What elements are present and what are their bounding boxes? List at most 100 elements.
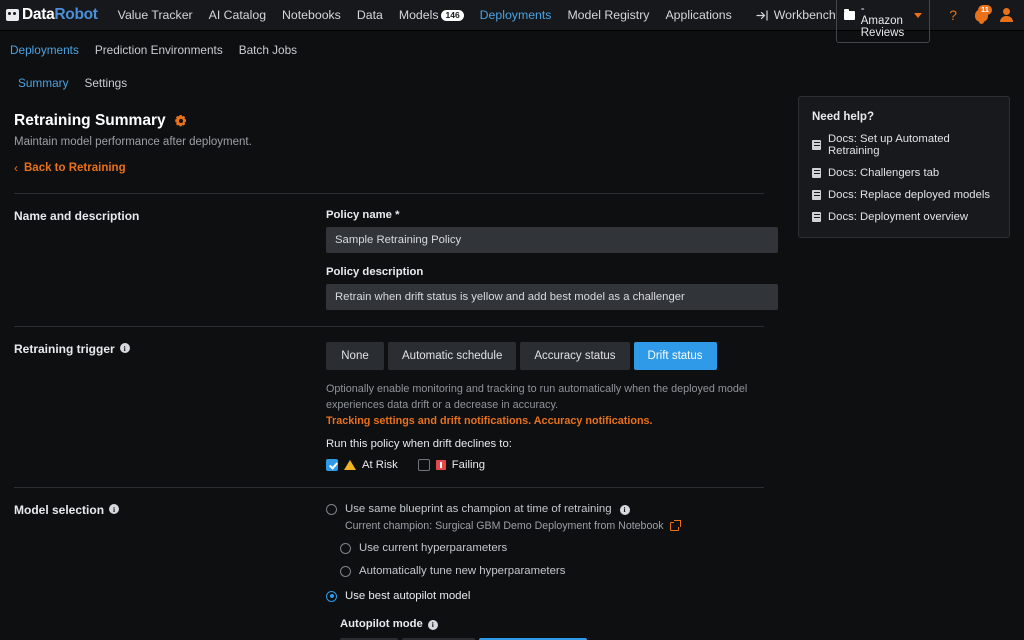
nav-item-applications[interactable]: Applications: [657, 0, 739, 31]
policy-description-label: Policy description: [326, 266, 778, 278]
help-question-icon[interactable]: ?: [940, 7, 966, 23]
notification-count-badge: 11: [978, 5, 992, 15]
help-link-label: Docs: Deployment overview: [828, 211, 968, 223]
info-icon[interactable]: i: [120, 343, 130, 353]
tab-bar: Summary Settings: [0, 70, 1024, 96]
doc-icon: [812, 140, 821, 150]
radio-row-use-current-hyperparameters[interactable]: Use current hyperparameters: [340, 542, 764, 554]
section-label-name-description: Name and description: [14, 209, 326, 310]
model-selection-body: Use same blueprint as champion at time o…: [326, 503, 764, 640]
autopilot-mode-label: Autopilot mode: [340, 618, 423, 630]
help-link-challengers-tab[interactable]: Docs: Challengers tab: [812, 167, 996, 179]
nav-item-models[interactable]: Models146: [391, 0, 472, 31]
topbar-right-group: 1 Demo - Amazon Reviews ? 11: [836, 0, 1019, 43]
trigger-settings-links[interactable]: Tracking settings and drift notification…: [326, 415, 778, 427]
radio-row-auto-tune-hyperparameters[interactable]: Automatically tune new hyperparameters: [340, 565, 764, 577]
current-champion-label: Current champion: Surgical GBM Demo Depl…: [345, 520, 664, 532]
radio-row-use-best-autopilot-model[interactable]: Use best autopilot model: [326, 590, 764, 602]
project-selector[interactable]: 1 Demo - Amazon Reviews: [836, 0, 930, 43]
avatar-body-icon: [1000, 16, 1013, 22]
top-navigation-bar: DataRobot Value Tracker AI Catalog Noteb…: [0, 0, 1024, 31]
policy-description-input[interactable]: Retrain when drift status is yellow and …: [326, 284, 778, 310]
folder-icon: [844, 11, 855, 20]
help-link-label: Docs: Challengers tab: [828, 167, 939, 179]
page-content: Need help? Docs: Set up Automated Retrai…: [0, 96, 1024, 640]
trigger-type-button-group: None Automatic schedule Accuracy status …: [326, 342, 778, 370]
datarobot-logo[interactable]: DataRobot: [6, 6, 98, 24]
drift-threshold-checkboxes: At Risk Failing: [326, 459, 778, 471]
trigger-help-text: Optionally enable monitoring and trackin…: [326, 381, 778, 413]
section-label-text: Model selection: [14, 503, 104, 517]
trigger-button-drift-status[interactable]: Drift status: [634, 342, 717, 370]
tab-summary[interactable]: Summary: [18, 76, 68, 90]
nav-item-models-label: Models: [399, 8, 439, 22]
policy-name-label: Policy name *: [326, 209, 778, 221]
section-label-retraining-trigger: Retraining trigger i: [14, 342, 326, 471]
need-help-title: Need help?: [812, 111, 996, 123]
checkbox-at-risk[interactable]: [326, 459, 338, 471]
subnav-item-batch-jobs[interactable]: Batch Jobs: [239, 43, 297, 57]
radio-use-best-autopilot-model[interactable]: [326, 591, 337, 602]
workbench-label: Workbench: [774, 8, 836, 22]
external-link-icon[interactable]: [670, 522, 679, 531]
policy-name-input[interactable]: Sample Retraining Policy: [326, 227, 778, 253]
trigger-button-automatic-schedule[interactable]: Automatic schedule: [388, 342, 516, 370]
autopilot-mode-label-row: Autopilot mode i: [340, 618, 764, 630]
retraining-trigger-body: None Automatic schedule Accuracy status …: [326, 342, 778, 471]
models-count-badge: 146: [441, 10, 463, 21]
section-label-text: Retraining trigger: [14, 342, 115, 356]
workbench-button[interactable]: Workbench: [756, 8, 836, 22]
help-link-automated-retraining[interactable]: Docs: Set up Automated Retraining: [812, 133, 996, 157]
help-link-replace-deployed-models[interactable]: Docs: Replace deployed models: [812, 189, 996, 201]
failing-alert-icon: [436, 460, 446, 470]
need-help-card: Need help? Docs: Set up Automated Retrai…: [798, 96, 1010, 238]
help-link-deployment-overview[interactable]: Docs: Deployment overview: [812, 211, 996, 223]
gear-icon[interactable]: [175, 115, 187, 127]
section-label-text: Name and description: [14, 209, 139, 223]
nav-item-ai-catalog[interactable]: AI Catalog: [201, 0, 274, 31]
nav-item-notebooks[interactable]: Notebooks: [274, 0, 349, 31]
nav-item-value-tracker[interactable]: Value Tracker: [110, 0, 201, 31]
enter-arrow-icon: [756, 10, 769, 21]
run-policy-label: Run this policy when drift declines to:: [326, 438, 778, 450]
subnav-item-prediction-environments[interactable]: Prediction Environments: [95, 43, 223, 57]
nav-item-deployments[interactable]: Deployments: [472, 0, 560, 31]
checkbox-failing[interactable]: [418, 459, 430, 471]
section-retraining-trigger: Retraining trigger i None Automatic sche…: [14, 326, 764, 487]
current-champion-line: Current champion: Surgical GBM Demo Depl…: [345, 520, 764, 532]
tab-settings[interactable]: Settings: [84, 76, 127, 90]
radio-label-use-same-blueprint: Use same blueprint as champion at time o…: [345, 503, 612, 515]
at-risk-label: At Risk: [362, 459, 398, 471]
radio-row-use-same-blueprint[interactable]: Use same blueprint as champion at time o…: [326, 503, 764, 515]
radio-use-current-hyperparameters[interactable]: [340, 543, 351, 554]
robot-head-icon: [6, 9, 19, 21]
subnav-item-deployments[interactable]: Deployments: [10, 43, 79, 57]
failing-label: Failing: [452, 459, 485, 471]
logo-text: DataRobot: [22, 6, 98, 24]
avatar-head-icon: [1003, 8, 1010, 15]
project-name-label: 1 Demo - Amazon Reviews: [861, 0, 904, 39]
trigger-button-none[interactable]: None: [326, 342, 384, 370]
user-avatar[interactable]: [997, 8, 1019, 22]
trigger-button-accuracy-status[interactable]: Accuracy status: [520, 342, 629, 370]
back-to-retraining-link[interactable]: ‹ Back to Retraining: [14, 161, 126, 175]
back-link-label: Back to Retraining: [24, 162, 126, 174]
logo-word-robot: Robot: [54, 6, 97, 23]
section-label-model-selection: Model selection i: [14, 503, 326, 640]
radio-label-use-current-hyperparameters: Use current hyperparameters: [359, 542, 507, 554]
name-description-body: Policy name * Sample Retraining Policy P…: [326, 209, 778, 310]
help-link-label: Docs: Set up Automated Retraining: [828, 133, 996, 157]
info-icon[interactable]: i: [109, 504, 119, 514]
notifications-button[interactable]: 11: [966, 9, 997, 22]
chevron-down-icon: [914, 13, 922, 18]
help-link-label: Docs: Replace deployed models: [828, 189, 990, 201]
chevron-left-icon: ‹: [14, 161, 18, 175]
nav-item-model-registry[interactable]: Model Registry: [559, 0, 657, 31]
info-icon[interactable]: i: [428, 620, 438, 630]
warning-triangle-icon: [344, 460, 356, 470]
info-icon[interactable]: i: [620, 505, 630, 515]
nav-item-data[interactable]: Data: [349, 0, 391, 31]
radio-auto-tune-hyperparameters[interactable]: [340, 566, 351, 577]
section-name-and-description: Name and description Policy name * Sampl…: [14, 193, 764, 326]
radio-use-same-blueprint[interactable]: [326, 504, 337, 515]
